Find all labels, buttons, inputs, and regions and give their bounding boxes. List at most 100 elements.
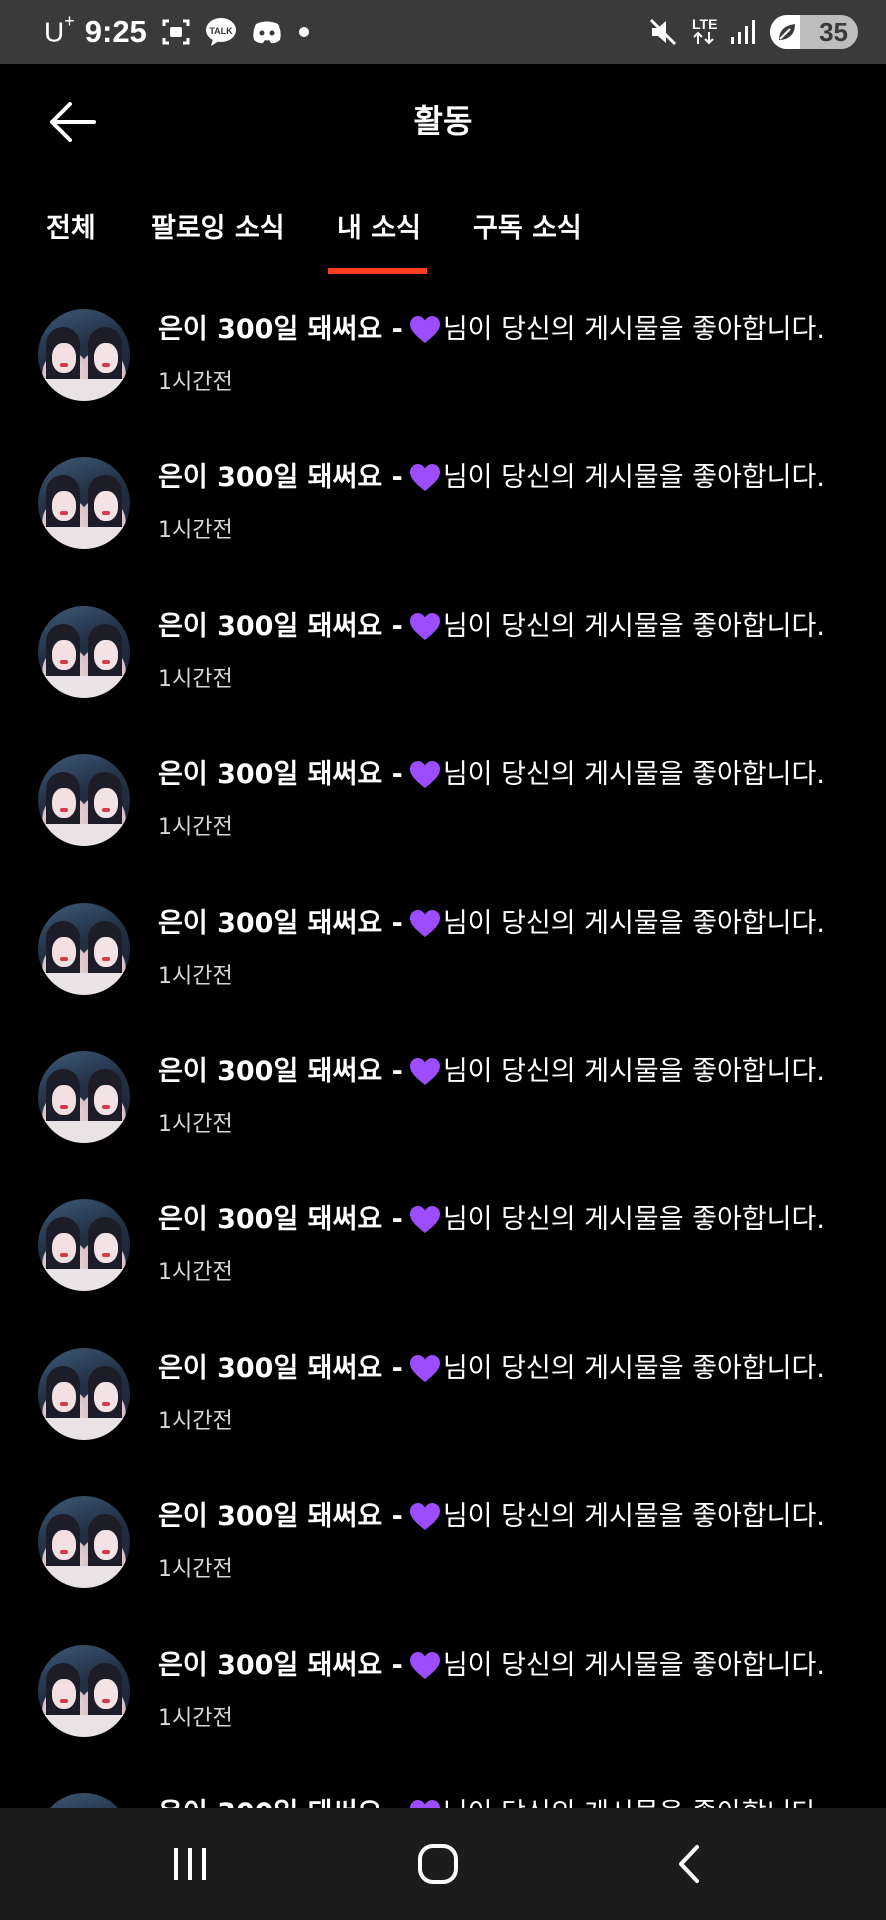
purple-heart-icon bbox=[409, 908, 441, 940]
mute-icon bbox=[648, 17, 678, 47]
svg-text:TALK: TALK bbox=[209, 26, 233, 36]
status-bar: U+ 9:25 TALK LTE 35 bbox=[0, 0, 886, 64]
notification-item[interactable]: 은이 300일 돼써요 - 님이 당신의 게시물을 좋아합니다. 1시간전 bbox=[0, 721, 886, 869]
post-title: 은이 300일 돼써요 - bbox=[158, 1204, 403, 1236]
tab-all[interactable]: 전체 bbox=[46, 206, 96, 245]
notification-message: 님이 당신의 게시물을 좋아합니다. bbox=[442, 759, 825, 791]
post-title: 은이 300일 돼써요 - bbox=[158, 759, 403, 791]
notification-item[interactable]: 은이 300일 돼써요 - 님이 당신의 게시물을 좋아합니다. 1시간전 bbox=[0, 1463, 886, 1611]
power-saving-leaf-icon bbox=[775, 20, 799, 48]
notification-text: 은이 300일 돼써요 - 님이 당신의 게시물을 좋아합니다. bbox=[158, 1054, 825, 1090]
avatar[interactable] bbox=[38, 1051, 130, 1143]
notification-text: 은이 300일 돼써요 - 님이 당신의 게시물을 좋아합니다. bbox=[158, 1796, 825, 1808]
notification-time: 1시간전 bbox=[158, 518, 233, 544]
avatar[interactable] bbox=[38, 1496, 130, 1589]
post-title: 은이 300일 돼써요 - bbox=[158, 462, 403, 494]
avatar[interactable] bbox=[38, 902, 130, 995]
purple-heart-icon bbox=[409, 1353, 441, 1385]
battery-indicator: 35 bbox=[770, 15, 858, 49]
notification-item[interactable]: 은이 300일 돼써요 - 님이 당신의 게시물을 좋아합니다.1시간전 bbox=[0, 573, 886, 721]
home-button[interactable] bbox=[398, 1832, 478, 1896]
purple-heart-icon bbox=[409, 1056, 441, 1088]
chevron-left-icon bbox=[679, 1845, 699, 1883]
post-title: 은이 300일 돼써요 - bbox=[158, 1056, 403, 1087]
notification-item[interactable]: 은이 300일 돼써요 - 님이 당신의 게시물을 좋아합니다. 1시간전 bbox=[0, 1612, 886, 1760]
activity-tabs: 전체 팔로잉 소식 내 소식 구독 소식 bbox=[0, 190, 886, 276]
discord-icon bbox=[251, 19, 283, 45]
post-title: 은이 300일 돼써요 - bbox=[158, 1796, 403, 1808]
notification-time: 1시간전 bbox=[158, 1557, 233, 1583]
screenshot-icon bbox=[161, 18, 191, 46]
kakaotalk-icon: TALK bbox=[205, 17, 237, 47]
notification-message: 님이 당신의 게시물을 좋아합니다. bbox=[442, 314, 825, 345]
notification-message: 님이 당신의 게시물을 좋아합니다. bbox=[442, 462, 825, 494]
post-title: 은이 300일 돼써요 - bbox=[158, 314, 403, 345]
notification-item[interactable]: 은이 300일 돼써요 - 님이 당신의 게시물을 좋아합니다. 1시간전 bbox=[0, 276, 886, 424]
battery-level: 35 bbox=[819, 16, 848, 47]
notification-list[interactable]: 은이 300일 돼써요 - 님이 당신의 게시물을 좋아합니다. 1시간전 은이 3… bbox=[0, 276, 886, 1808]
notification-message: 님이 당신의 게시물을 좋아합니다. bbox=[442, 1352, 825, 1384]
notification-time: 1시간전 bbox=[158, 815, 233, 841]
home-icon bbox=[418, 1844, 458, 1884]
purple-heart-icon bbox=[409, 1501, 441, 1533]
notification-text: 은이 300일 돼써요 - 님이 당신의 게시물을 좋아합니다. bbox=[158, 757, 825, 793]
dot-icon bbox=[297, 25, 311, 39]
notification-time: 1시간전 bbox=[158, 963, 233, 989]
notification-item[interactable]: 은이 300일 돼써요 - 님이 당신의 게시물을 좋아합니다. 1시간전 bbox=[0, 870, 886, 1018]
notification-item[interactable]: 은이 300일 돼써요 - 님이 당신의 게시물을 좋아합니다. 1시간전 bbox=[0, 1315, 886, 1463]
carrier-sup: + bbox=[64, 11, 75, 32]
avatar[interactable] bbox=[38, 605, 130, 698]
purple-heart-icon bbox=[409, 1204, 441, 1236]
status-bar-left: U+ 9:25 TALK bbox=[44, 0, 311, 64]
notification-message: 님이 당신의 게시물을 좋아합니다. bbox=[442, 907, 825, 939]
nav-back-button[interactable] bbox=[648, 1832, 728, 1896]
app-header: 활동 bbox=[0, 64, 886, 178]
page-title: 활동 bbox=[413, 102, 473, 140]
notification-time: 1시간전 bbox=[158, 1112, 233, 1137]
purple-heart-icon bbox=[409, 759, 441, 791]
active-tab-indicator bbox=[328, 268, 427, 274]
post-title: 은이 300일 돼써요 - bbox=[158, 1501, 403, 1533]
notification-message: 님이 당신의 게시물을 좋아합니다. bbox=[443, 1796, 825, 1808]
tab-following[interactable]: 팔로잉 소식 bbox=[151, 206, 285, 245]
purple-heart-icon bbox=[409, 314, 441, 346]
recent-apps-icon bbox=[174, 1848, 206, 1880]
purple-heart-icon bbox=[409, 611, 441, 643]
lte-icon: LTE bbox=[692, 17, 717, 47]
notification-text: 은이 300일 돼써요 - 님이 당신의 게시물을 좋아합니다. bbox=[158, 1351, 825, 1387]
notification-item[interactable]: 은이 300일 돼써요 - 님이 당신의 게시물을 좋아합니다.1시간전 bbox=[0, 1760, 886, 1808]
notification-time: 1시간전 bbox=[158, 1705, 233, 1731]
system-navigation-bar bbox=[0, 1808, 886, 1920]
purple-heart-icon bbox=[409, 1650, 441, 1682]
notification-text: 은이 300일 돼써요 - 님이 당신의 게시물을 좋아합니다. bbox=[158, 1499, 825, 1535]
notification-text: 은이 300일 돼써요 - 님이 당신의 게시물을 좋아합니다. bbox=[158, 1648, 825, 1684]
avatar[interactable] bbox=[38, 1793, 130, 1808]
carrier-label: U+ bbox=[44, 11, 75, 48]
carrier-name: U bbox=[44, 16, 65, 48]
post-title: 은이 300일 돼써요 - bbox=[158, 1649, 403, 1681]
notification-time: 1시간전 bbox=[158, 1408, 233, 1434]
notification-item[interactable]: 은이 300일 돼써요 - 님이 당신의 게시물을 좋아합니다. 1시간전 bbox=[0, 424, 886, 572]
clock: 9:25 bbox=[84, 14, 147, 49]
avatar[interactable] bbox=[38, 457, 130, 550]
notification-item[interactable]: 은이 300일 돼써요 - 님이 당신의 게시물을 좋아합니다.1시간전 bbox=[0, 1166, 886, 1314]
notification-time: 1시간전 bbox=[158, 370, 233, 395]
avatar[interactable] bbox=[38, 309, 130, 401]
notification-text: 은이 300일 돼써요 - 님이 당신의 게시물을 좋아합니다. bbox=[158, 1202, 825, 1238]
notification-item[interactable]: 은이 300일 돼써요 - 님이 당신의 게시물을 좋아합니다. 1시간전 bbox=[0, 1018, 886, 1166]
post-title: 은이 300일 돼써요 - bbox=[158, 1352, 403, 1384]
avatar[interactable] bbox=[38, 1644, 130, 1737]
notification-message: 님이 당신의 게시물을 좋아합니다. bbox=[442, 1204, 825, 1236]
post-title: 은이 300일 돼써요 - bbox=[158, 907, 403, 939]
notification-message: 님이 당신의 게시물을 좋아합니다. bbox=[442, 1649, 825, 1681]
avatar[interactable] bbox=[38, 754, 130, 847]
notification-text: 은이 300일 돼써요 - 님이 당신의 게시물을 좋아합니다. bbox=[158, 906, 825, 942]
tab-subscriptions[interactable]: 구독 소식 bbox=[473, 206, 582, 245]
tab-my-news[interactable]: 내 소식 bbox=[337, 206, 421, 245]
purple-heart-icon bbox=[409, 1798, 441, 1808]
recent-apps-button[interactable] bbox=[150, 1832, 230, 1896]
avatar[interactable] bbox=[38, 1347, 130, 1440]
notification-time: 1시간전 bbox=[158, 666, 233, 692]
notification-message: 님이 당신의 게시물을 좋아합니다. bbox=[442, 610, 825, 642]
avatar[interactable] bbox=[38, 1199, 130, 1292]
